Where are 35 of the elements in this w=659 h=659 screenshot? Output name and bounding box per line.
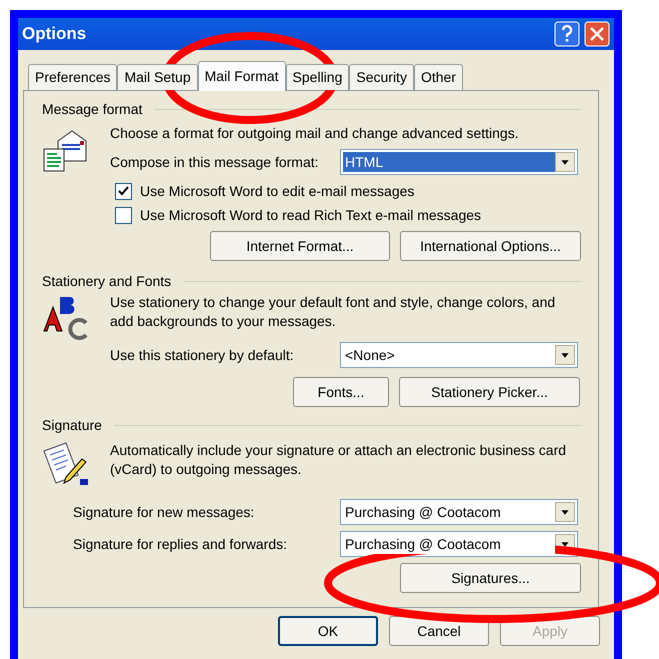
- description-text: Automatically include your signature or attach an electronic business card (vCard) to outgoing messages.: [110, 441, 568, 479]
- dropdown-field[interactable]: HTML: [340, 149, 578, 175]
- field-label: Compose in this message format:: [110, 152, 320, 172]
- checkbox[interactable]: [115, 182, 132, 200]
- dropdown-field[interactable]: <None>: [340, 342, 578, 368]
- help-icon[interactable]: [554, 21, 580, 47]
- section-heading: Stationery and Fonts: [42, 272, 172, 291]
- close-icon[interactable]: [584, 21, 610, 47]
- pen-paper-icon: [42, 441, 90, 487]
- section-heading: Signature: [42, 416, 102, 435]
- description-text: Use stationery to change your default font and style, change colors, and add backgrounds to your messages.: [110, 293, 556, 331]
- tab[interactable]: Mail Setup: [117, 64, 198, 90]
- field-label: Signature for replies and forwards:: [73, 534, 288, 554]
- tab[interactable]: Security: [349, 64, 414, 90]
- dropdown-value: HTML: [343, 152, 555, 172]
- dialog-button[interactable]: OK: [278, 616, 378, 646]
- window-title: Options: [22, 23, 88, 46]
- dialog-button[interactable]: Internet Format...: [210, 231, 390, 261]
- tab[interactable]: Mail Format: [198, 61, 286, 91]
- tab[interactable]: Other: [414, 64, 463, 90]
- dialog-button[interactable]: Fonts...: [293, 377, 389, 407]
- field-label: Signature for new messages:: [73, 502, 256, 522]
- dialog-button[interactable]: International Options...: [400, 231, 581, 261]
- section-heading: Message format: [42, 100, 142, 119]
- tab[interactable]: Spelling: [286, 64, 350, 90]
- checkbox-label: Use Microsoft Word to read Rich Text e-mail messages: [140, 206, 482, 225]
- checkbox-label: Use Microsoft Word to edit e-mail messages: [140, 182, 414, 201]
- tab[interactable]: Preferences: [28, 64, 118, 90]
- checkbox[interactable]: [115, 206, 132, 224]
- dropdown-field[interactable]: Purchasing @ Cootacom: [340, 499, 578, 525]
- dropdown-field[interactable]: Purchasing @ Cootacom: [340, 531, 578, 557]
- dialog-button[interactable]: Signatures...: [400, 563, 581, 593]
- dialog-button[interactable]: Stationery Picker...: [399, 377, 580, 407]
- field-label: Use this stationery by default:: [110, 346, 295, 365]
- description-text: Choose a format for outgoing mail and change advanced settings.: [110, 124, 520, 143]
